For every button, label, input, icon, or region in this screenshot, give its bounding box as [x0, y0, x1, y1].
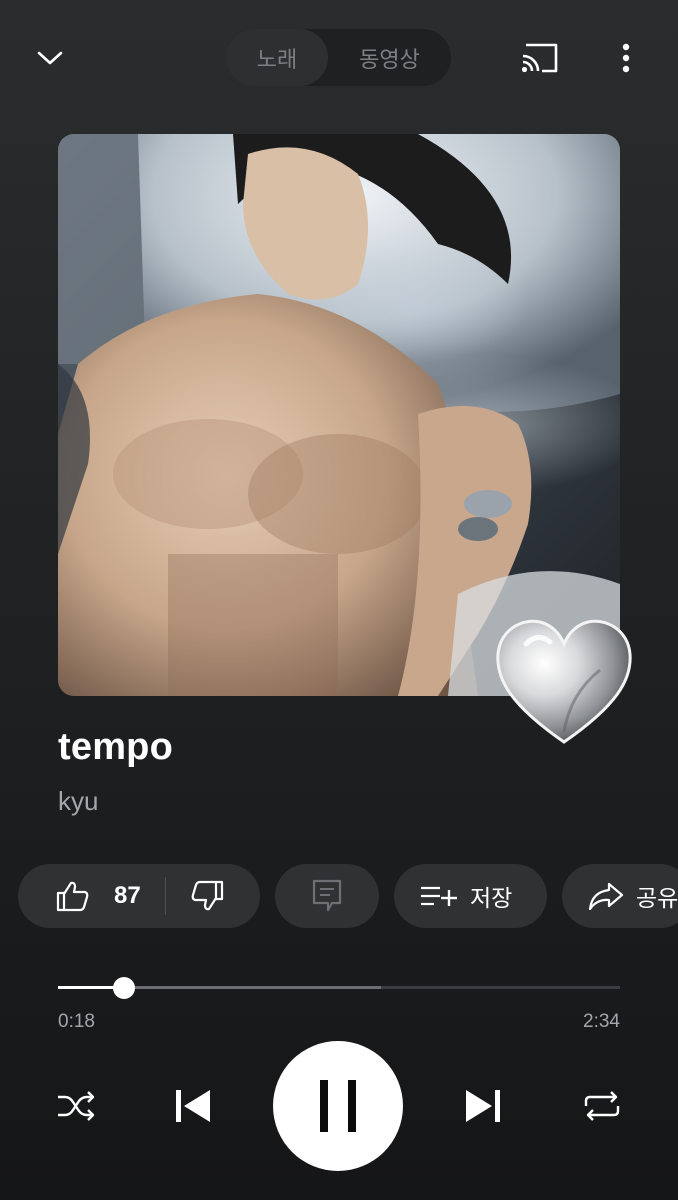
- divider: [164, 877, 166, 915]
- like-dislike-group: 87: [18, 864, 260, 928]
- repeat-button[interactable]: [575, 1080, 629, 1132]
- share-button[interactable]: 공유: [562, 864, 678, 928]
- playlist-add-icon: [421, 886, 457, 906]
- save-label: 저장: [470, 886, 513, 912]
- shuffle-button[interactable]: [50, 1080, 102, 1132]
- shuffle-icon: [58, 1091, 95, 1121]
- total-time: 2:34: [583, 1011, 620, 1032]
- cast-button[interactable]: [512, 36, 568, 80]
- dislike-button[interactable]: [190, 864, 224, 928]
- heart-sticker: [492, 614, 636, 750]
- comment-icon: [312, 879, 342, 912]
- skip-previous-icon: [176, 1090, 210, 1122]
- like-count: 87: [114, 882, 141, 909]
- share-label: 공유: [636, 886, 678, 912]
- like-button[interactable]: 87: [18, 864, 141, 928]
- song-video-switch: 노래 동영상: [226, 29, 451, 86]
- tab-video[interactable]: 동영상: [328, 29, 451, 86]
- progress-thumb[interactable]: [112, 976, 135, 999]
- song-title: tempo: [58, 726, 173, 768]
- thumbs-up-icon: [56, 881, 89, 912]
- tab-song[interactable]: 노래: [226, 29, 328, 86]
- next-track-button[interactable]: [456, 1076, 512, 1136]
- pause-button[interactable]: [273, 1041, 403, 1171]
- chevron-down-icon: [37, 51, 63, 65]
- more-vertical-icon: [622, 43, 630, 73]
- thumbs-down-icon: [191, 880, 223, 911]
- album-art-photo: [58, 134, 620, 696]
- elapsed-time: 0:18: [58, 1011, 95, 1032]
- skip-next-icon: [466, 1090, 500, 1122]
- repeat-icon: [584, 1091, 620, 1121]
- cast-icon: [521, 43, 558, 73]
- previous-track-button[interactable]: [164, 1076, 220, 1136]
- artist-name[interactable]: kyu: [58, 786, 98, 817]
- progress-bar[interactable]: [58, 976, 620, 999]
- album-art: [58, 134, 620, 696]
- action-chip-row: 87 저장 공유: [0, 850, 678, 942]
- pause-icon: [320, 1080, 356, 1132]
- more-options-button[interactable]: [604, 36, 648, 80]
- share-icon: [588, 882, 624, 911]
- comment-button[interactable]: [275, 864, 379, 928]
- save-to-playlist-button[interactable]: 저장: [394, 864, 547, 928]
- collapse-button[interactable]: [26, 36, 74, 80]
